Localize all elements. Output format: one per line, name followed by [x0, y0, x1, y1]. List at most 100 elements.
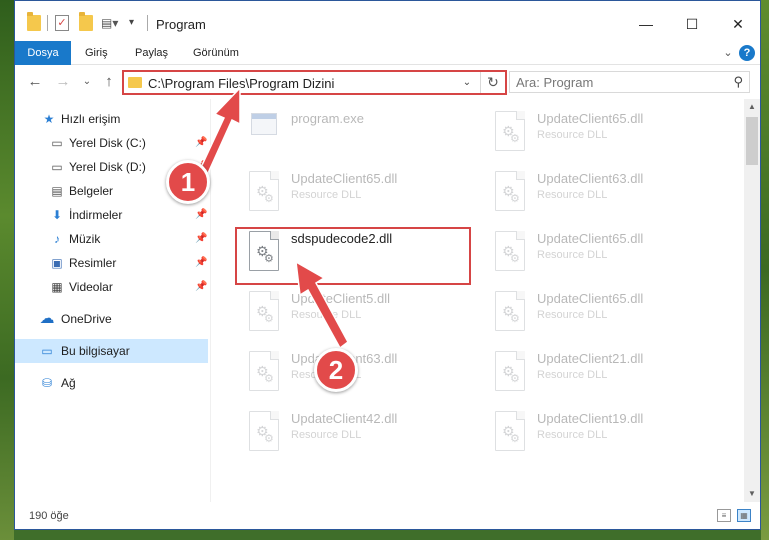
file-name: UpdateClient65.dll: [537, 291, 644, 306]
pictures-icon: ▣: [51, 256, 63, 270]
exe-file-icon: [251, 113, 277, 135]
address-bar[interactable]: C:\Program Files\Program Dizini ⌄ ↻: [122, 70, 507, 95]
scroll-thumb[interactable]: [746, 117, 758, 165]
file-name: UpdateClient5.dll: [291, 291, 391, 306]
tiles-view-icon[interactable]: ▦: [737, 509, 751, 522]
sidebar-item-label: Müzik: [69, 232, 101, 246]
sidebar-item-downloads[interactable]: ⬇ İndirmeler 📌: [15, 203, 208, 227]
recent-locations-button[interactable]: ⌄: [77, 72, 97, 92]
file-item[interactable]: ⚙ ⚙ UpdateClient19.dll Resource DLL: [487, 407, 722, 457]
videos-icon: ▦: [51, 280, 63, 294]
search-icon[interactable]: ⚲: [733, 74, 743, 90]
search-placeholder: Ara: Program: [516, 75, 594, 90]
sidebar-item-label: Yerel Disk (D:): [69, 160, 146, 174]
search-input[interactable]: Ara: Program ⚲: [509, 71, 750, 93]
status-bar: 190 öğe ≡ ▦: [15, 502, 760, 529]
cloud-icon: ☁: [39, 310, 55, 327]
drive-icon: ▭: [51, 136, 63, 150]
file-item[interactable]: ⚙⚙ UpdateClient63.dll Resource DLL: [487, 167, 722, 217]
dll-file-icon: ⚙ ⚙: [249, 411, 279, 451]
file-name: UpdateClient65.dll: [291, 171, 398, 186]
navigation-bar: ← → ⌄ ↑ C:\Program Files\Program Dizini …: [15, 65, 760, 99]
file-item[interactable]: ⚙ ⚙ UpdateClient65.dll Resource DLL: [487, 227, 722, 277]
file-item[interactable]: ⚙ ⚙ UpdateClient65.dll Resource DLL: [487, 107, 722, 157]
up-button[interactable]: ↑: [99, 72, 119, 92]
file-type: Resource DLL: [537, 189, 608, 201]
sidebar-item-onedrive[interactable]: ☁ OneDrive: [15, 307, 208, 331]
pin-icon: 📌: [195, 233, 208, 244]
sidebar-item-network[interactable]: ⛁ Ağ: [15, 371, 208, 395]
folder-icon: [27, 12, 41, 31]
sidebar-item-this-pc[interactable]: ▭ Bu bilgisayar: [15, 339, 208, 363]
documents-icon: ▤: [51, 184, 63, 198]
new-folder-icon[interactable]: [79, 12, 93, 31]
file-item[interactable]: program.exe: [241, 107, 476, 157]
details-view-icon[interactable]: ≡: [717, 509, 731, 522]
sidebar-item-videos[interactable]: ▦ Videolar 📌: [15, 275, 208, 299]
network-icon: ⛁: [41, 376, 53, 390]
file-name: UpdateClient65.dll: [537, 231, 644, 246]
help-icon[interactable]: ?: [739, 45, 755, 61]
file-name: UpdateClient42.dll: [291, 411, 398, 426]
scroll-down-icon[interactable]: ▼: [744, 486, 760, 502]
pin-icon: 📌: [195, 209, 208, 220]
file-name: UpdateClient65.dll: [537, 111, 644, 126]
dll-file-icon: ⚙ ⚙: [495, 291, 525, 331]
sidebar-item-music[interactable]: ♪ Müzik 📌: [15, 227, 208, 251]
tab-dosya[interactable]: Dosya: [15, 41, 71, 65]
file-item[interactable]: ⚙ ⚙ UpdateClient21.dll Resource DLL: [487, 347, 722, 397]
file-name: UpdateClient21.dll: [537, 351, 644, 366]
scroll-up-icon[interactable]: ▲: [744, 99, 760, 115]
address-dropdown-icon[interactable]: ⌄: [459, 74, 475, 92]
file-type: Resource DLL: [537, 369, 608, 381]
dll-file-icon: ⚙ ⚙: [249, 351, 279, 391]
window-title: Program: [156, 17, 206, 32]
customize-toolbar-icon[interactable]: ▤▾: [101, 15, 118, 31]
file-item[interactable]: ⚙ ⚙ UpdateClient5.dll Resource DLL: [241, 287, 476, 337]
tab-paylas[interactable]: Paylaş: [127, 41, 176, 65]
divider: [147, 15, 148, 31]
drive-icon: ▭: [51, 160, 63, 174]
file-type: Resource DLL: [291, 189, 362, 201]
sidebar-item-label: İndirmeler: [69, 208, 123, 222]
expand-ribbon-icon[interactable]: ⌄: [719, 44, 737, 62]
minimize-button[interactable]: —: [623, 9, 669, 39]
back-button[interactable]: ←: [25, 72, 45, 92]
download-icon: ⬇: [51, 208, 63, 222]
highlight-box: [235, 227, 471, 285]
star-icon: ★: [43, 112, 55, 126]
file-name: UpdateClient63.dll: [537, 171, 644, 186]
maximize-button[interactable]: ☐: [669, 9, 715, 39]
file-type: Resource DLL: [291, 309, 362, 321]
refresh-button[interactable]: ↻: [480, 72, 505, 93]
file-item[interactable]: ⚙ ⚙ UpdateClient65.dll Resource DLL: [487, 287, 722, 337]
vertical-scrollbar[interactable]: ▲ ▼: [744, 99, 760, 502]
file-type: Resource DLL: [537, 249, 608, 261]
file-item[interactable]: ⚙⚙ UpdateClient63.dll Resource DLL: [241, 347, 476, 397]
close-button[interactable]: ✕: [715, 9, 761, 39]
file-type: Resource DLL: [291, 429, 362, 441]
properties-icon[interactable]: ✓: [55, 15, 69, 31]
forward-button[interactable]: →: [53, 72, 73, 92]
computer-icon: ▭: [41, 344, 53, 358]
folder-icon: [128, 77, 142, 88]
dll-file-icon: ⚙ ⚙: [495, 351, 525, 391]
desktop-background-left: [0, 0, 14, 540]
sidebar-item-local-disk-c[interactable]: ▭ Yerel Disk (C:) 📌: [15, 131, 208, 155]
file-item[interactable]: ⚙ ⚙ UpdateClient65.dll Resource DLL: [241, 167, 476, 217]
dll-file-icon: ⚙ ⚙: [249, 171, 279, 211]
file-item[interactable]: ⚙ ⚙ UpdateClient42.dll Resource DLL: [241, 407, 476, 457]
dll-file-icon: ⚙ ⚙: [249, 291, 279, 331]
tab-gorunum[interactable]: Görünüm: [185, 41, 247, 65]
toolbar-dropdown-icon[interactable]: ▾: [129, 15, 143, 31]
sidebar-item-label: Videolar: [69, 280, 113, 294]
tab-giris[interactable]: Giriş: [77, 41, 116, 65]
sidebar-item-pictures[interactable]: ▣ Resimler 📌: [15, 251, 208, 275]
sidebar-item-label: OneDrive: [61, 312, 112, 326]
pin-icon: 📌: [195, 257, 208, 268]
desktop-background-right: [761, 0, 769, 540]
sidebar-item-quick-access[interactable]: ★ Hızlı erişim: [15, 107, 208, 131]
address-path[interactable]: C:\Program Files\Program Dizini: [148, 76, 334, 91]
file-name: program.exe: [291, 111, 364, 126]
dll-file-icon: ⚙ ⚙: [495, 111, 525, 151]
